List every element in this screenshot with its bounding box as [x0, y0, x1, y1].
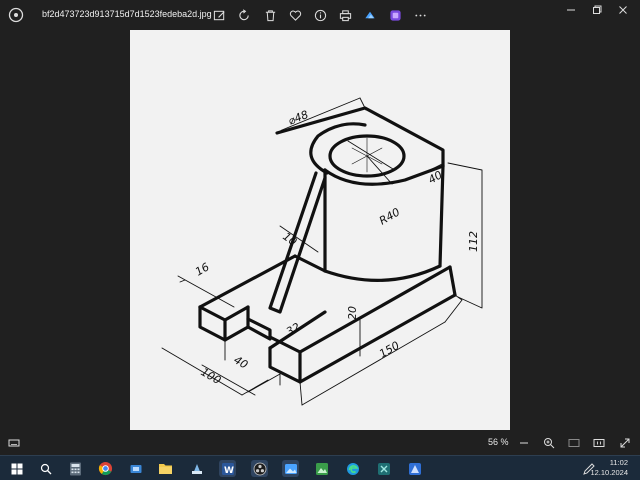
dim-112-label: 112	[467, 231, 480, 252]
print-icon[interactable]	[336, 6, 354, 24]
clipchamp-icon[interactable]	[386, 6, 404, 24]
zoom-in-icon[interactable]	[541, 435, 557, 451]
status-bar: 56 %	[0, 430, 640, 455]
delete-icon[interactable]	[261, 6, 279, 24]
edge-icon[interactable]	[344, 460, 361, 477]
svg-text:W: W	[224, 466, 234, 476]
filmstrip-icon[interactable]	[6, 435, 22, 451]
dim-100-label: 100	[199, 365, 224, 387]
clock-time: 11:02	[609, 458, 628, 467]
fullscreen-icon[interactable]	[617, 435, 633, 451]
edit-image-icon[interactable]	[210, 6, 228, 24]
chrome-icon[interactable]	[97, 460, 114, 477]
word-icon[interactable]: W	[219, 460, 236, 477]
isometric-drawing: ⌀48 40 R40 10 16 112 20 32 150 40 100	[161, 97, 483, 406]
start-button[interactable]	[8, 460, 25, 477]
file-explorer-icon[interactable]	[157, 460, 174, 477]
teams-icon[interactable]	[127, 460, 144, 477]
dim-40-front-label: 40	[232, 353, 251, 371]
search-icon[interactable]	[37, 460, 54, 477]
maximize-button[interactable]	[586, 3, 608, 17]
favorite-icon[interactable]	[286, 6, 304, 24]
app-icon-teal[interactable]	[375, 460, 392, 477]
technical-drawing-image: ⌀48 40 R40 10 16 112 20 32 150 40 100	[130, 30, 510, 430]
obs-icon[interactable]	[251, 460, 268, 477]
actual-size-icon[interactable]	[591, 435, 607, 451]
clock-date: 12.10.2024	[590, 468, 628, 477]
photos-taskbar-icon[interactable]	[282, 460, 299, 477]
file-name: bf2d473723d913715d7d1523fedeba2d.jpg	[42, 9, 212, 19]
photos-app-icon	[8, 7, 24, 23]
image-editor-icon[interactable]	[313, 460, 330, 477]
zoom-level: 56 %	[488, 437, 509, 447]
drive-icon[interactable]	[188, 460, 205, 477]
title-bar: bf2d473723d913715d7d1523fedeba2d.jpg	[0, 0, 640, 30]
zoom-out-icon[interactable]	[516, 435, 532, 451]
dim-150-label: 150	[377, 339, 402, 361]
taskbar: W 11:02 12.10.2024	[0, 455, 640, 480]
dim-16-label: 16	[193, 260, 212, 278]
more-icon[interactable]	[411, 6, 429, 24]
image-viewer: ⌀48 40 R40 10 16 112 20 32 150 40 100	[0, 30, 640, 430]
clock[interactable]: 11:02 12.10.2024	[590, 458, 628, 478]
close-button[interactable]	[612, 3, 634, 17]
fit-to-window-icon[interactable]	[566, 435, 582, 451]
info-icon[interactable]	[311, 6, 329, 24]
rotate-icon[interactable]	[235, 6, 253, 24]
dim-r40-label: R40	[377, 206, 402, 228]
cloud-icon[interactable]	[361, 6, 379, 24]
calculator-icon[interactable]	[67, 460, 84, 477]
minimize-button[interactable]	[560, 3, 582, 17]
dim-20-label: 20	[346, 306, 359, 320]
app-icon-blue[interactable]	[406, 460, 423, 477]
